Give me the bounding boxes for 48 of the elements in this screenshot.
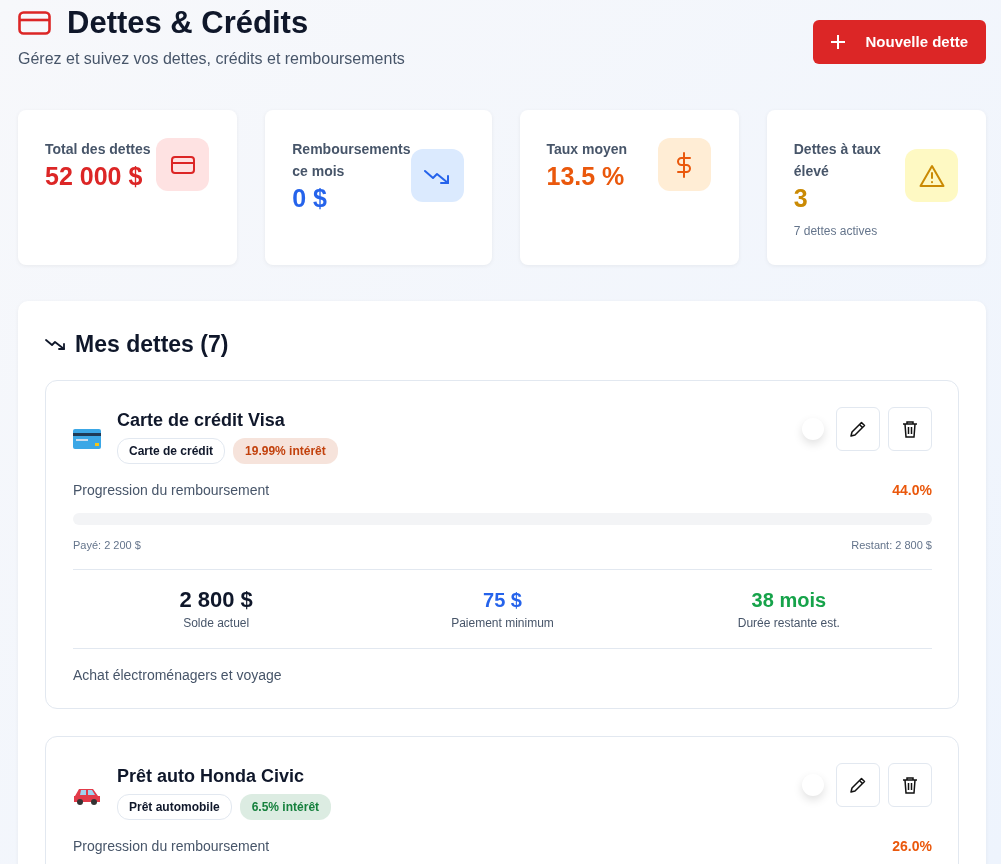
warning-icon: [905, 149, 958, 203]
stat-label: Dettes à taux élevé: [793, 140, 882, 182]
stat-caption: Durée restante est.: [736, 615, 841, 633]
stat-caption: Solde actuel: [182, 615, 251, 633]
stat-value: 0 $: [292, 183, 328, 215]
stat-value: 3: [793, 183, 809, 215]
trash-icon: [902, 419, 918, 438]
paid-amount: Payé: 2 200 $: [73, 537, 141, 553]
trash-icon: [902, 776, 918, 795]
stat-label: Remboursements ce mois: [292, 140, 411, 182]
plus-icon: [831, 35, 846, 49]
pencil-icon: [849, 776, 867, 795]
section-title: Mes dettes (7): [75, 330, 229, 360]
stat-label: Total des dettes: [45, 140, 151, 160]
debt-name: Carte de crédit Visa: [117, 408, 286, 432]
stat-caption: Paiement minimum: [450, 615, 555, 633]
progress-label: Progression du remboursement: [73, 837, 270, 857]
credit-card-icon: [18, 10, 51, 35]
delete-button[interactable]: [888, 763, 932, 808]
debt-name: Prêt auto Honda Civic: [117, 765, 306, 789]
interest-rate-tag: 19.99% intérêt: [233, 437, 338, 464]
new-debt-button[interactable]: Nouvelle dette: [813, 20, 986, 64]
dollar-icon: [657, 138, 711, 192]
edit-button[interactable]: [836, 763, 880, 808]
progress-label: Progression du remboursement: [73, 480, 270, 500]
interest-rate-tag: 6.5% intérêt: [239, 794, 332, 821]
credit-card-icon: [73, 429, 101, 450]
stat-note: 7 dettes actives: [793, 223, 879, 241]
remaining-amount: Restant: 2 800 $: [851, 537, 932, 553]
debt-type-tag: Carte de crédit: [117, 437, 226, 464]
debt-type-tag: Prêt automobile: [117, 794, 232, 821]
progress-percent: 44.0%: [892, 480, 932, 500]
trending-down-icon: [45, 338, 65, 351]
stat-label: Taux moyen: [546, 140, 628, 160]
stat-value: 13.5 %: [546, 161, 626, 193]
trending-down-icon: [410, 149, 464, 203]
edit-button[interactable]: [836, 406, 880, 451]
debt-note: Achat électroménagers et voyage: [73, 666, 283, 686]
credit-card-icon: [156, 138, 210, 192]
duration-value: 38 mois: [750, 588, 828, 614]
page-subtitle: Gérez et suivez vos dettes, crédits et remboursements: [18, 49, 405, 70]
progress-percent: 26.0%: [892, 837, 932, 857]
page-title: Dettes & Crédits: [67, 4, 309, 42]
delete-button[interactable]: [888, 406, 932, 451]
pencil-icon: [849, 419, 867, 438]
stat-value: 52 000 $: [45, 161, 144, 193]
balance-value: 2 800 $: [178, 586, 254, 615]
minimum-payment-value: 75 $: [482, 588, 523, 614]
